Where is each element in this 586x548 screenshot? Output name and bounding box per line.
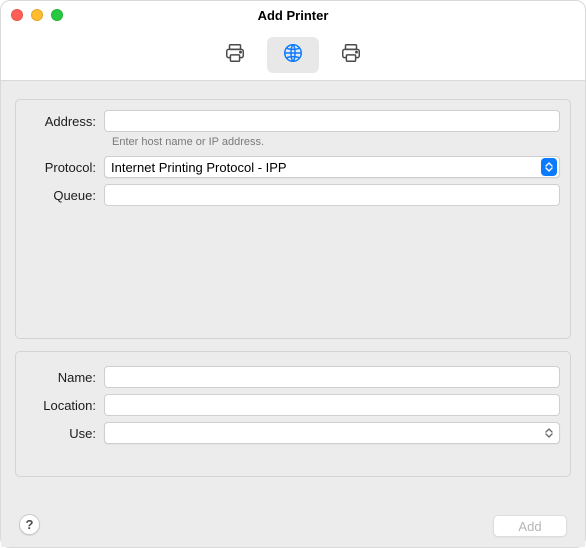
close-window-button[interactable] [11,9,23,21]
tab-ip[interactable] [267,37,319,73]
location-input[interactable] [104,394,560,416]
toolbar [1,29,585,81]
traffic-lights [11,9,63,21]
add-button-label: Add [518,519,541,534]
address-input[interactable] [104,110,560,132]
zoom-window-button[interactable] [51,9,63,21]
printer-icon [224,42,246,67]
globe-icon [282,42,304,67]
address-hint: Enter host name or IP address. [112,136,560,148]
add-printer-tabs [209,37,377,73]
location-label: Location: [26,398,104,413]
name-label: Name: [26,370,104,385]
protocol-select[interactable]: Internet Printing Protocol - IPP [104,156,560,178]
help-button[interactable]: ? [19,514,40,535]
connection-panel: Address: Enter host name or IP address. … [15,99,571,339]
address-label: Address: [26,114,104,129]
tab-default[interactable] [209,37,261,73]
content-area: Address: Enter host name or IP address. … [1,81,585,547]
queue-label: Queue: [26,188,104,203]
minimize-window-button[interactable] [31,9,43,21]
use-select[interactable] [104,422,560,444]
network-printer-icon [340,42,362,67]
protocol-label: Protocol: [26,160,104,175]
updown-arrows-icon [541,424,557,442]
use-label: Use: [26,426,104,441]
queue-input[interactable] [104,184,560,206]
updown-arrows-icon [541,158,557,176]
add-button[interactable]: Add [493,515,567,537]
window-title: Add Printer [1,8,585,23]
details-panel: Name: Location: Use: [15,351,571,477]
name-input[interactable] [104,366,560,388]
tab-windows[interactable] [325,37,377,73]
protocol-value: Internet Printing Protocol - IPP [111,160,287,175]
help-icon: ? [26,517,34,532]
titlebar: Add Printer [1,1,585,29]
